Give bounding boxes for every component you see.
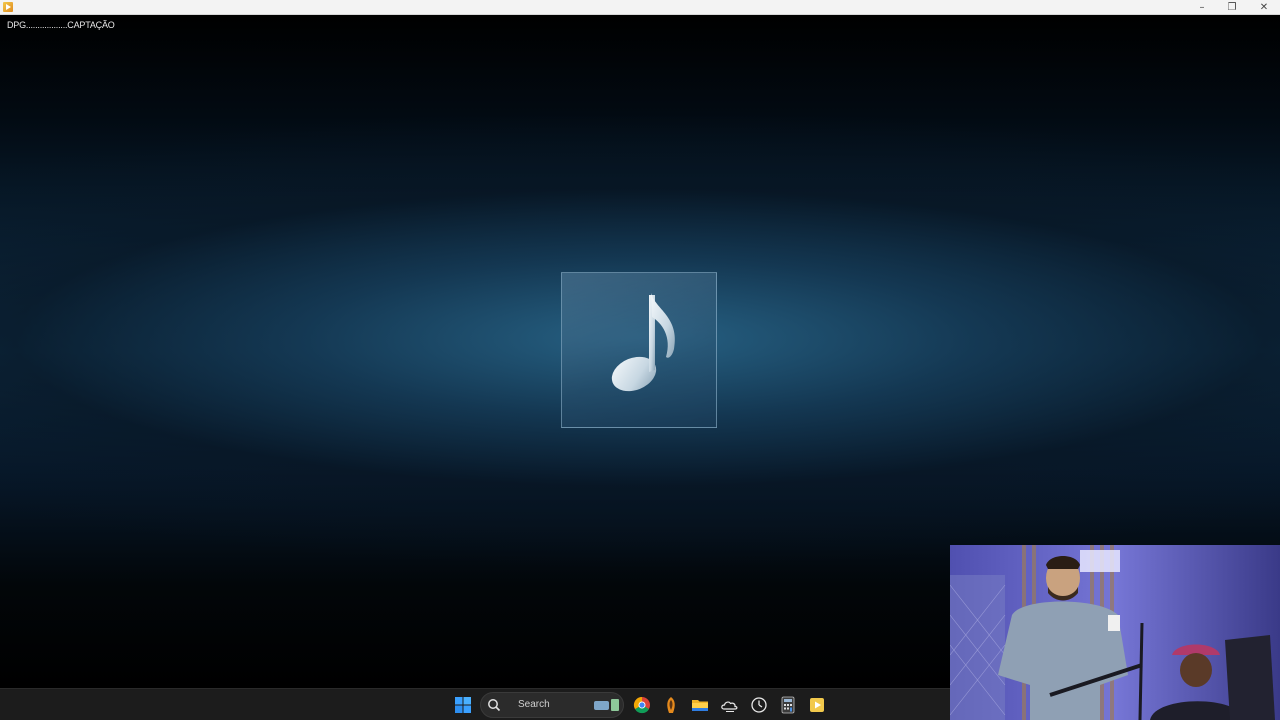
close-button[interactable]: ✕: [1248, 0, 1280, 15]
media-player-icon[interactable]: [805, 693, 829, 717]
window-titlebar: – ❐ ✕: [0, 0, 1280, 15]
weather-icon[interactable]: [718, 693, 742, 717]
clock-icon[interactable]: [747, 693, 771, 717]
taskbar-search[interactable]: Search: [480, 692, 624, 718]
music-note-icon: [611, 293, 675, 392]
album-art: [561, 272, 717, 428]
restore-button[interactable]: ❐: [1216, 0, 1248, 15]
search-highlight-icon: [594, 699, 619, 711]
calculator-icon[interactable]: [776, 693, 800, 717]
search-icon: [488, 699, 501, 712]
chrome-icon[interactable]: [630, 693, 654, 717]
media-title: DPG..................CAPTAÇÃO: [7, 20, 115, 30]
search-label: Search: [518, 699, 550, 710]
start-icon[interactable]: [451, 693, 475, 717]
dragon-game-icon[interactable]: [659, 693, 683, 717]
file-explorer-icon[interactable]: [688, 693, 712, 717]
media-player-app-icon: [3, 2, 13, 12]
minimize-button[interactable]: –: [1186, 0, 1218, 15]
webcam-video: [950, 545, 1280, 720]
webcam-overlay: [950, 545, 1280, 720]
